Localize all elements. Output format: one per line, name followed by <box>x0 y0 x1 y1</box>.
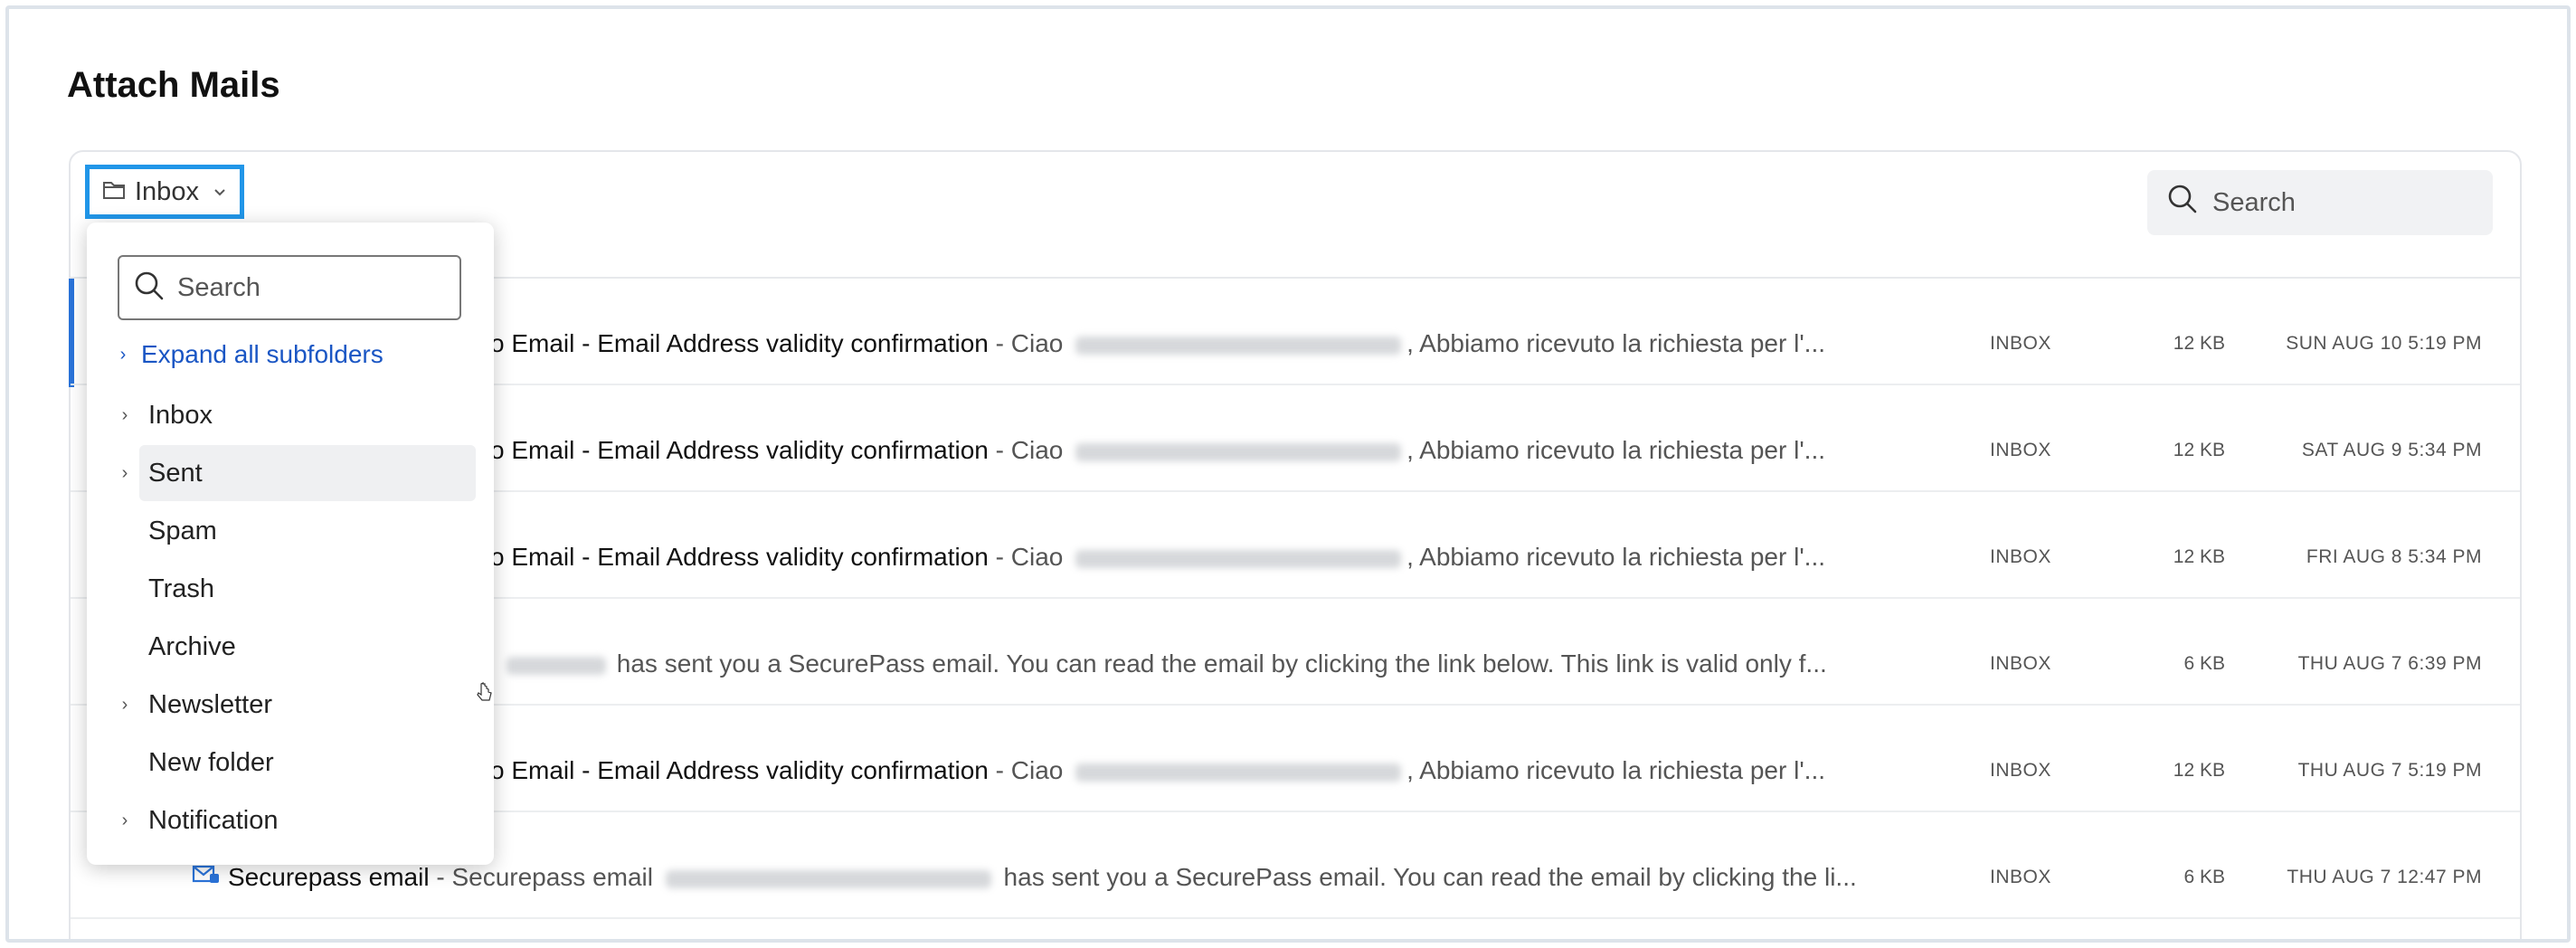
expand-all-subfolders-link[interactable]: › Expand all subfolders <box>114 340 384 369</box>
mail-preview-text: , Abbiamo ricevuto la richiesta per l'..… <box>1406 543 1826 571</box>
mail-folder: INBOX <box>1990 333 2051 354</box>
mail-preview: - Ciao , Abbiamo ricevuto la richiesta p… <box>989 436 1825 464</box>
mail-date: THU AUG 7 5:19 PM <box>2297 760 2482 781</box>
mail-summary: o Email - Email Address validity confirm… <box>490 436 1825 465</box>
mail-subject: o Email - Email Address validity confirm… <box>490 756 989 784</box>
mail-folder: INBOX <box>1990 653 2051 674</box>
securepass-envelope-icon <box>192 863 221 891</box>
mail-summary: has sent you a SecurePass email. You can… <box>610 649 1827 678</box>
mail-date: SUN AUG 10 5:19 PM <box>2286 333 2482 354</box>
mail-size: 12 KB <box>2173 546 2225 567</box>
folder-item-notification[interactable]: › Notification <box>122 792 476 848</box>
redacted-email-address <box>1075 336 1402 355</box>
mail-preview: has sent you a SecurePass email. You can… <box>610 649 1827 678</box>
mail-preview-text: , Abbiamo ricevuto la richiesta per l'..… <box>1406 756 1826 784</box>
folder-item-newsletter[interactable]: › Newsletter <box>122 677 476 733</box>
mail-date: THU AUG 7 12:47 PM <box>2287 867 2482 887</box>
folder-item-label: Notification <box>148 805 279 835</box>
mail-subject: o Email - Email Address validity confirm… <box>490 436 989 464</box>
folder-item-spam[interactable]: Spam <box>139 503 476 559</box>
folder-item-sent[interactable]: › Sent <box>122 445 476 501</box>
mail-preview: - Ciao , Abbiamo ricevuto la richiesta p… <box>989 543 1825 571</box>
folder-item-label: New folder <box>148 747 274 777</box>
folder-search-input[interactable] <box>177 272 449 303</box>
mail-search-input[interactable] <box>2212 187 2475 218</box>
mail-subject: o Email - Email Address validity confirm… <box>490 543 989 571</box>
mail-preview-prefix: - Ciao <box>988 756 1071 784</box>
mail-summary: Securepass email - Securepass email has … <box>228 863 1857 892</box>
row-checkbox[interactable] <box>105 939 128 943</box>
redacted-email-address <box>1075 442 1402 461</box>
folder-item-label: Trash <box>148 574 215 603</box>
mail-folder: INBOX <box>1990 546 2051 567</box>
mail-summary: o Email - Email Address validity confirm… <box>490 543 1825 572</box>
chevron-down-icon <box>213 183 226 202</box>
mail-preview-text: has sent you a SecurePass email. You can… <box>610 649 1827 678</box>
search-icon <box>2167 184 2198 222</box>
mail-preview-text: , Abbiamo ricevuto la richiesta per l'..… <box>1406 329 1826 357</box>
folder-item-archive[interactable]: Archive <box>139 619 476 675</box>
folder-item-label: Archive <box>148 631 236 661</box>
mail-preview-text: , Abbiamo ricevuto la richiesta per l'..… <box>1406 436 1826 464</box>
mail-search-box[interactable] <box>2147 170 2493 235</box>
folder-icon <box>102 177 126 207</box>
redacted-email-address <box>665 869 991 888</box>
mail-preview: - Ciao , Abbiamo ricevuto la richiesta p… <box>989 329 1825 357</box>
mail-preview: - Securepass email has sent you a Secure… <box>429 863 1857 891</box>
search-icon <box>134 270 165 306</box>
mail-date: THU AUG 7 6:39 PM <box>2297 653 2482 674</box>
folder-item-label: Newsletter <box>148 689 272 719</box>
mouse-cursor-icon <box>476 682 496 710</box>
mail-folder: INBOX <box>1990 440 2051 460</box>
chevron-right-icon[interactable]: › <box>116 405 134 426</box>
mail-date: FRI AUG 8 5:34 PM <box>2306 546 2482 567</box>
redacted-email-address <box>1075 549 1402 568</box>
folder-dropdown: › Expand all subfolders ›Inbox›SentSpamT… <box>87 223 494 865</box>
mail-preview-text: has sent you a SecurePass email. You can… <box>996 863 1857 891</box>
folder-item-inbox[interactable]: › Inbox <box>122 387 476 443</box>
mail-size: 12 KB <box>2173 440 2225 460</box>
folder-item-label: Inbox <box>148 400 213 430</box>
mail-summary: o Email - Email Address validity confirm… <box>490 756 1825 785</box>
mail-folder: INBOX <box>1990 867 2051 887</box>
mail-date: SAT AUG 9 5:34 PM <box>2301 440 2482 460</box>
folder-search-box[interactable] <box>118 255 461 320</box>
chevron-right-icon[interactable]: › <box>116 695 134 716</box>
mail-preview-prefix: - Ciao <box>988 543 1071 571</box>
redacted-email-address <box>1075 763 1402 782</box>
mail-size: 6 KB <box>2183 867 2225 887</box>
mail-size: 12 KB <box>2173 333 2225 354</box>
chevron-right-icon[interactable]: › <box>116 463 134 484</box>
mail-preview-prefix: - Securepass email <box>429 863 660 891</box>
mail-size: 12 KB <box>2173 760 2225 781</box>
page-title: Attach Mails <box>67 65 280 105</box>
mail-preview-prefix: - Ciao <box>988 329 1071 357</box>
folder-selector-button[interactable]: Inbox <box>85 165 244 219</box>
folder-selector-label: Inbox <box>135 176 199 206</box>
attach-mails-dialog: Attach Mails Inbox o Email - Email Addre… <box>5 5 2571 943</box>
folder-item-label: Spam <box>148 516 217 545</box>
chevron-right-icon: › <box>119 344 127 365</box>
redacted-sender-address <box>507 657 606 675</box>
folder-item-new-folder[interactable]: New folder <box>139 735 476 791</box>
mail-size: 6 KB <box>2183 653 2225 674</box>
mail-folder: INBOX <box>1990 760 2051 781</box>
mail-preview: - Ciao , Abbiamo ricevuto la richiesta p… <box>989 756 1825 784</box>
folder-item-trash[interactable]: Trash <box>139 561 476 617</box>
mail-subject: o Email - Email Address validity confirm… <box>490 329 989 357</box>
mail-summary: o Email - Email Address validity confirm… <box>490 329 1825 358</box>
mail-subject: Securepass email <box>228 863 430 891</box>
expand-all-label: Expand all subfolders <box>141 340 384 368</box>
chevron-right-icon[interactable]: › <box>116 811 134 831</box>
mail-preview-prefix: - Ciao <box>988 436 1071 464</box>
folder-item-label: Sent <box>148 458 203 488</box>
